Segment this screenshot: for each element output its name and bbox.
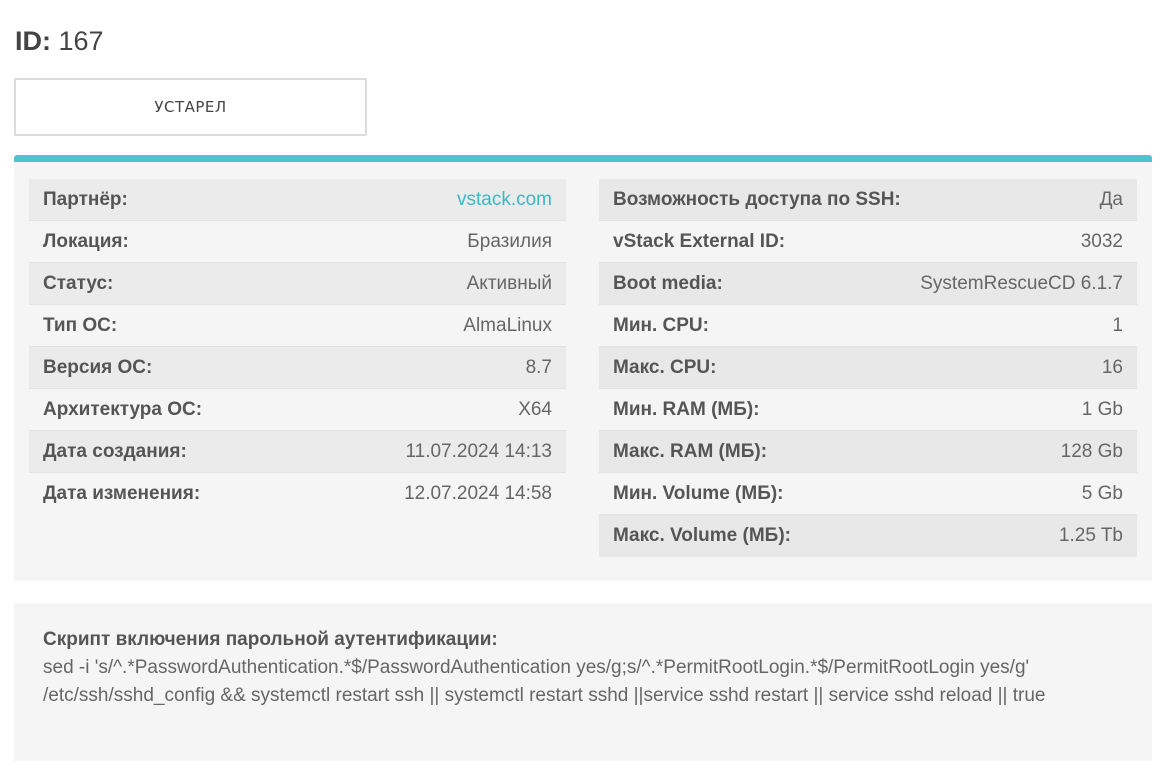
page-title: ID: 167 bbox=[15, 24, 104, 58]
field-label: Партнёр: bbox=[43, 188, 128, 210]
field-value: 12.07.2024 14:58 bbox=[404, 483, 552, 504]
field-row-max-ram: Макс. RAM (МБ): 128 Gb bbox=[599, 431, 1137, 473]
field-label: Мин. Volume (МБ): bbox=[613, 482, 784, 504]
field-label: Мин. RAM (МБ): bbox=[613, 398, 760, 420]
field-value: 128 Gb bbox=[1060, 440, 1123, 462]
field-value: Да bbox=[1099, 188, 1123, 210]
field-label: vStack External ID: bbox=[613, 230, 786, 252]
page: ID: 167 УСТАРЕЛ Партнёр: vstack.com Лока… bbox=[0, 0, 1161, 784]
field-row-boot-media: Boot media: SystemRescueCD 6.1.7 bbox=[599, 263, 1137, 305]
field-label: Макс. Volume (МБ): bbox=[613, 525, 791, 546]
field-row-ssh-access: Возможность доступа по SSH: Да bbox=[599, 179, 1137, 221]
field-label: Тип ОС: bbox=[43, 314, 118, 336]
partner-link[interactable]: vstack.com bbox=[457, 189, 552, 211]
field-row-max-volume: Макс. Volume (МБ): 1.25 Tb bbox=[599, 515, 1137, 557]
field-row-status: Статус: Активный bbox=[29, 263, 566, 305]
right-field-list: Возможность доступа по SSH: Да vStack Ex… bbox=[599, 179, 1137, 557]
info-panel: Партнёр: vstack.com Локация: Бразилия Ст… bbox=[14, 155, 1152, 581]
field-value: Активный bbox=[466, 272, 552, 294]
field-value: 8.7 bbox=[525, 356, 552, 378]
field-value: 16 bbox=[1101, 356, 1123, 378]
field-value: 1 Gb bbox=[1081, 398, 1123, 420]
field-value: X64 bbox=[518, 398, 552, 420]
field-label: Возможность доступа по SSH: bbox=[613, 188, 901, 210]
field-value: SystemRescueCD 6.1.7 bbox=[920, 272, 1123, 294]
field-row-min-ram: Мин. RAM (МБ): 1 Gb bbox=[599, 389, 1137, 431]
field-value: 11.07.2024 14:13 bbox=[405, 440, 552, 462]
field-label: Статус: bbox=[43, 272, 114, 294]
field-label: Макс. RAM (МБ): bbox=[613, 440, 768, 462]
field-value: AlmaLinux bbox=[463, 314, 552, 336]
field-row-min-volume: Мин. Volume (МБ): 5 Gb bbox=[599, 473, 1137, 515]
script-panel: Скрипт включения парольной аутентификаци… bbox=[14, 603, 1152, 761]
field-label: Дата создания: bbox=[43, 440, 187, 462]
field-row-os-type: Тип ОС: AlmaLinux bbox=[29, 305, 566, 347]
id-value: 167 bbox=[58, 26, 104, 56]
field-value: 5 Gb bbox=[1081, 482, 1123, 504]
field-row-min-cpu: Мин. CPU: 1 bbox=[599, 305, 1137, 347]
field-row-created: Дата создания: 11.07.2024 14:13 bbox=[29, 431, 566, 473]
field-value: Бразилия bbox=[467, 230, 552, 252]
field-label: Мин. CPU: bbox=[613, 314, 709, 336]
field-row-max-cpu: Макс. CPU: 16 bbox=[599, 347, 1137, 389]
status-badge: УСТАРЕЛ bbox=[14, 78, 367, 136]
field-label: Локация: bbox=[43, 230, 129, 252]
field-row-partner: Партнёр: vstack.com bbox=[29, 179, 566, 221]
left-field-list: Партнёр: vstack.com Локация: Бразилия Ст… bbox=[29, 179, 566, 515]
field-label: Дата изменения: bbox=[43, 483, 201, 504]
field-value: 1.25 Tb bbox=[1058, 525, 1123, 546]
id-label: ID: bbox=[15, 26, 51, 56]
field-label: Boot media: bbox=[613, 272, 723, 294]
field-value: 1 bbox=[1112, 314, 1123, 336]
field-row-os-version: Версия ОС: 8.7 bbox=[29, 347, 566, 389]
field-row-modified: Дата изменения: 12.07.2024 14:58 bbox=[29, 473, 566, 515]
field-row-os-arch: Архитектура ОС: X64 bbox=[29, 389, 566, 431]
field-label: Макс. CPU: bbox=[613, 356, 717, 378]
field-row-location: Локация: Бразилия bbox=[29, 221, 566, 263]
field-row-external-id: vStack External ID: 3032 bbox=[599, 221, 1137, 263]
field-label: Архитектура ОС: bbox=[43, 398, 203, 420]
script-label: Скрипт включения парольной аутентификаци… bbox=[43, 629, 498, 650]
field-value: 3032 bbox=[1080, 230, 1123, 252]
script-text: sed -i 's/^.*PasswordAuthentication.*$/P… bbox=[43, 657, 1046, 706]
field-label: Версия ОС: bbox=[43, 356, 153, 378]
